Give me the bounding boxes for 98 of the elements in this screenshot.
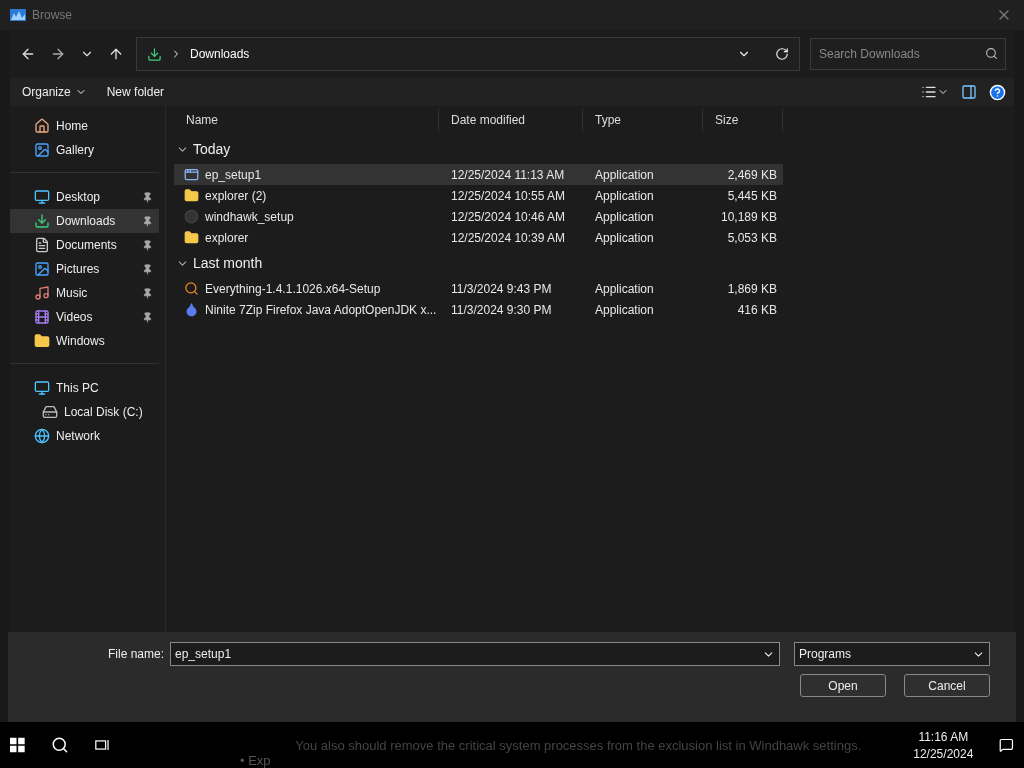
date-cell-text: 12/25/2024 11:13 AM (450, 167, 566, 182)
refresh-icon[interactable] (775, 47, 789, 61)
sidebar-item[interactable]: Local Disk (C:) (10, 400, 159, 424)
search-icon (985, 47, 998, 60)
monitor-icon (34, 380, 50, 396)
panel-icon (961, 84, 977, 100)
document-icon (34, 237, 50, 253)
file-row[interactable]: Ninite 7Zip Firefox Java AdoptOpenJDK x... 11/3/2024 9:30 PM Application 416 KB (174, 299, 783, 320)
arrow-right-icon (50, 46, 66, 62)
date-cell-text: 12/25/2024 10:46 AM (450, 209, 567, 224)
sidebar-item[interactable]: Downloads (10, 209, 159, 233)
dialog-button[interactable]: Cancel (904, 674, 990, 697)
address-bar[interactable]: Downloads (136, 37, 800, 71)
sidebar-item[interactable]: This PC (10, 376, 159, 400)
sidebar-item[interactable]: Music (10, 281, 159, 305)
picture-icon (34, 261, 50, 277)
search-field[interactable]: Search Downloads (810, 38, 1006, 70)
pin-icon (142, 239, 153, 251)
sidebar-item[interactable]: Videos (10, 305, 159, 329)
circle-icon (184, 209, 199, 224)
music-icon (34, 285, 50, 301)
task-view-icon[interactable] (94, 737, 110, 753)
windows-logo-icon[interactable] (10, 736, 25, 754)
organize-menu[interactable]: Organize (16, 81, 93, 103)
background-text: • Exp (240, 753, 271, 768)
pin-icon (142, 191, 153, 203)
type-cell-text: Application (594, 167, 655, 182)
sidebar-item[interactable]: Desktop (10, 185, 159, 209)
globe-icon (34, 428, 50, 444)
sidebar-item[interactable]: Network (10, 424, 159, 448)
size-cell-text: 2,469 KB (726, 167, 778, 182)
file-row[interactable]: windhawk_setup 12/25/2024 10:46 AM Application 10,189 KB (174, 206, 783, 227)
file-name-label: File name: (107, 647, 164, 661)
window-title: Browse (32, 8, 73, 22)
app-icon (10, 9, 26, 21)
group-header[interactable]: Last month (174, 248, 263, 278)
size-cell-text: 5,053 KB (726, 230, 778, 245)
file-name-field[interactable]: ep_setup1 (170, 642, 780, 666)
help-icon (989, 83, 1006, 101)
file-row[interactable]: explorer 12/25/2024 10:39 AM Application 5,053 KB (174, 227, 783, 248)
pin-icon (142, 215, 153, 227)
film-icon (34, 309, 50, 325)
type-cell-text: Application (594, 209, 655, 224)
window-icon (184, 167, 199, 182)
background-text: You also should remove the critical system processes from the exclusion list in Windhawk settings. (295, 737, 862, 753)
clock[interactable]: 11:16 AM 12/25/2024 (913, 729, 974, 761)
pin-icon (142, 287, 153, 299)
notification-icon[interactable] (999, 736, 1014, 754)
drive-icon (42, 404, 58, 420)
file-row[interactable]: Everything-1.4.1.1026.x64-Setup 11/3/2024 9:43 PM Application 1,869 KB (174, 278, 783, 299)
sidebar-item[interactable]: Gallery (10, 138, 159, 162)
breadcrumb[interactable]: Downloads (190, 47, 250, 61)
size-cell-text: 5,445 KB (726, 188, 778, 203)
column-header[interactable]: Name (174, 109, 439, 131)
folder-icon (184, 230, 199, 245)
file-name: Everything-1.4.1.1026.x64-Setup (205, 281, 381, 296)
file-name: windhawk_setup (205, 209, 294, 224)
pin-icon (142, 311, 153, 323)
date-cell-text: 11/3/2024 9:30 PM (450, 302, 553, 317)
folder-icon (34, 333, 50, 349)
date-cell-text: 12/25/2024 10:55 AM (450, 188, 567, 203)
monitor-icon (34, 189, 50, 205)
picture-icon (34, 142, 50, 158)
date-cell-text: 11/3/2024 9:43 PM (450, 281, 553, 296)
house-icon (34, 118, 50, 134)
file-row[interactable]: explorer (2) 12/25/2024 10:55 AM Application 5,445 KB (174, 185, 783, 206)
file-row[interactable]: ep_setup1 12/25/2024 11:13 AM Application 2,469 KB (174, 164, 783, 185)
new-folder-button[interactable]: New folder (100, 81, 171, 103)
size-cell-text: 416 KB (736, 302, 778, 317)
download-icon (147, 46, 162, 62)
sidebar-item[interactable]: Documents (10, 233, 159, 257)
type-cell-text: Application (594, 230, 655, 245)
type-cell-text: Application (594, 188, 655, 203)
sidebar-item[interactable]: Home (10, 114, 159, 138)
type-cell-text: Application (594, 281, 655, 296)
file-name: ep_setup1 (205, 167, 262, 182)
column-header[interactable]: Size (703, 109, 783, 131)
folder-icon (184, 188, 199, 203)
download-icon (34, 213, 50, 229)
date-cell-text: 12/25/2024 10:39 AM (450, 230, 567, 245)
list-icon (921, 84, 937, 100)
preview-pane-button[interactable] (959, 82, 979, 102)
size-cell-text: 1,869 KB (726, 281, 778, 296)
pin-icon (142, 263, 153, 275)
file-name: Ninite 7Zip Firefox Java AdoptOpenJDK x... (205, 302, 437, 317)
sidebar-item[interactable]: Pictures (10, 257, 159, 281)
drop-icon (184, 302, 199, 317)
group-header[interactable]: Today (174, 134, 231, 164)
column-header[interactable]: Type (583, 109, 703, 131)
file-name: explorer (2) (205, 188, 267, 203)
magnifier-icon (184, 281, 199, 296)
file-type-dropdown[interactable]: Programs (794, 642, 990, 666)
sidebar-item[interactable]: Windows (10, 329, 159, 353)
type-cell-text: Application (594, 302, 655, 317)
column-header[interactable]: Date modified (439, 109, 583, 131)
size-cell-text: 10,189 KB (719, 209, 778, 224)
file-name: explorer (205, 230, 249, 245)
dialog-button[interactable]: Open (800, 674, 886, 697)
